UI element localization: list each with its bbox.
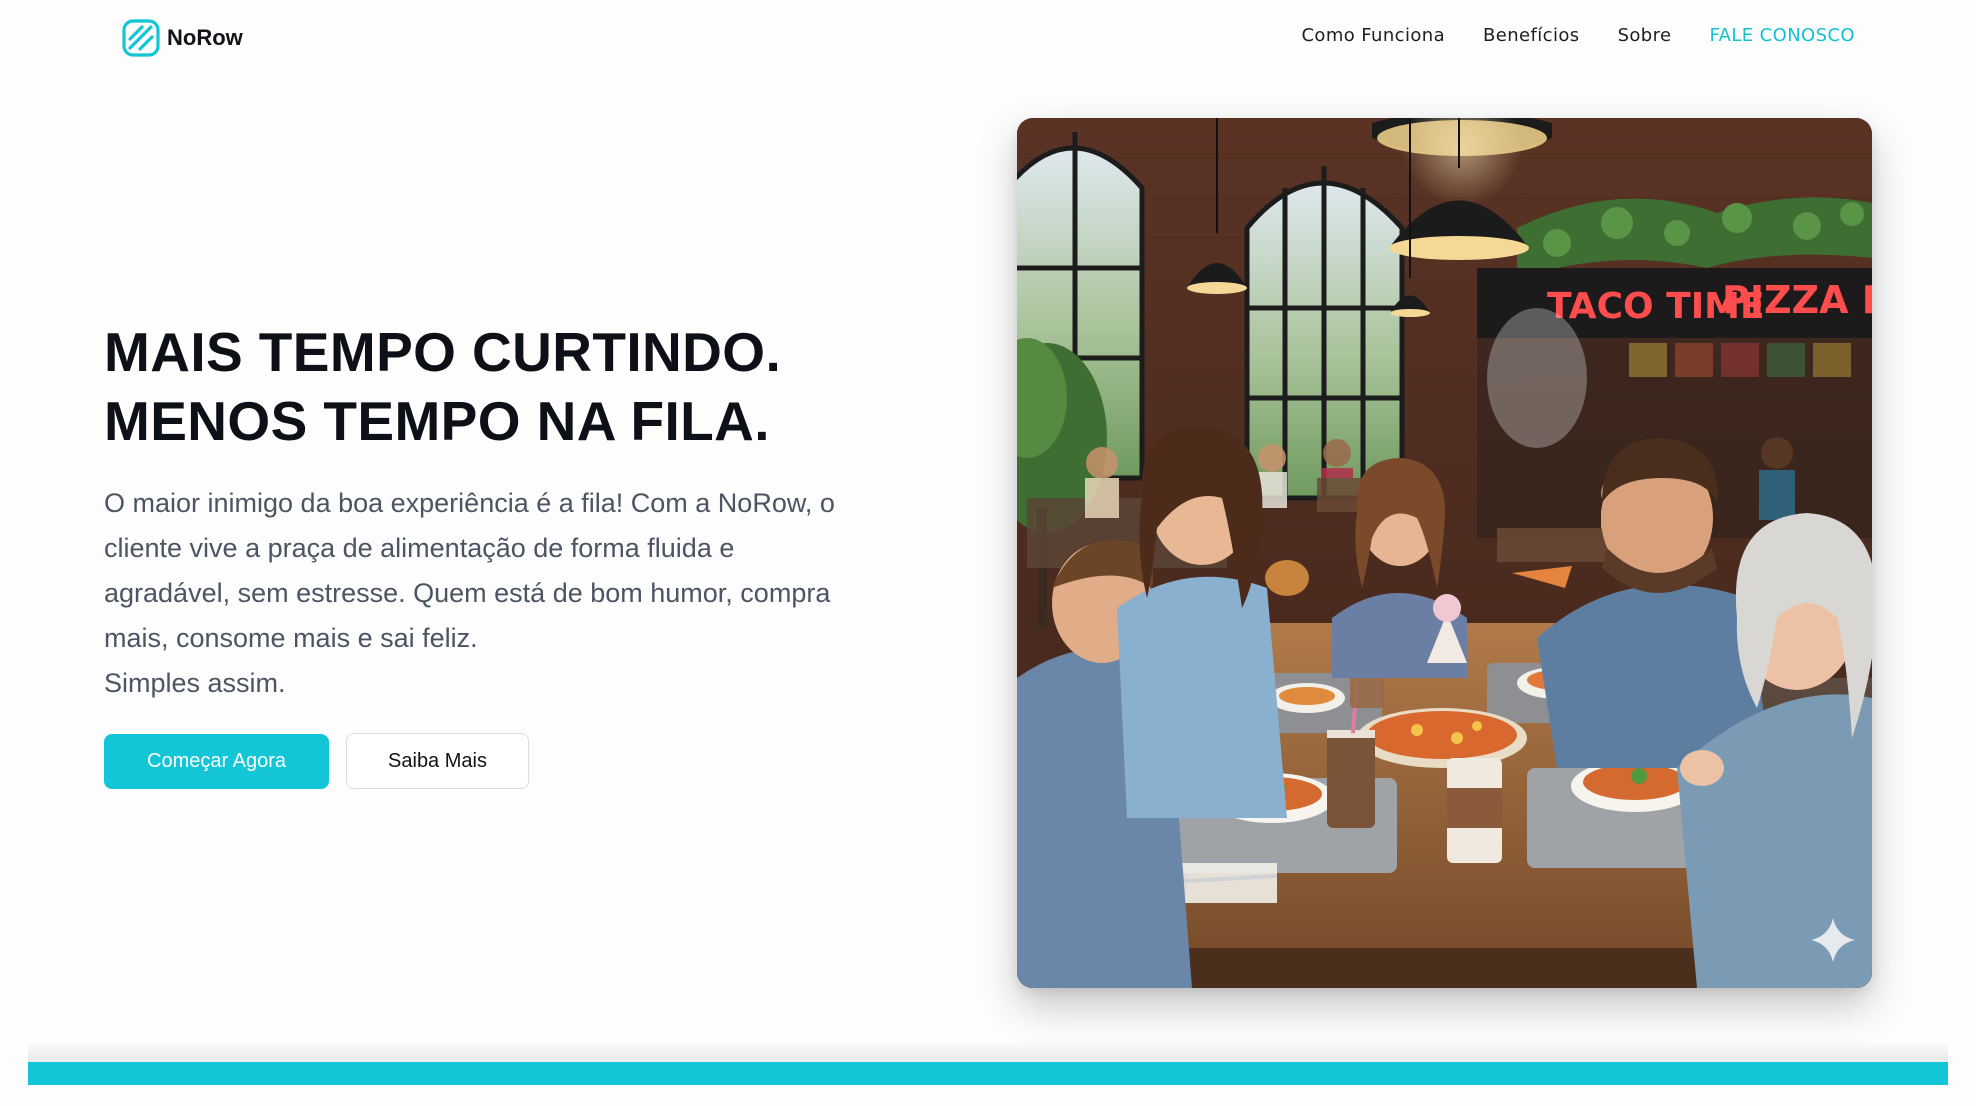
comecar-agora-button[interactable]: Começar Agora: [104, 734, 329, 789]
hero-headline: MAIS TEMPO CURTINDO. MENOS TEMPO NA FILA…: [104, 318, 781, 456]
site-header: NoRow Como Funciona Benefícios Sobre FAL…: [0, 0, 1976, 80]
hero-description: O maior inimigo da boa experiência é a f…: [104, 481, 884, 706]
saiba-mais-button[interactable]: Saiba Mais: [346, 733, 529, 789]
accent-bar: [28, 1062, 1948, 1085]
main-nav: Como Funciona Benefícios Sobre FALE CONO…: [1301, 25, 1855, 46]
section-divider-shadow: [28, 1040, 1948, 1062]
hero-description-line-5: Simples assim.: [104, 668, 286, 698]
logo-link[interactable]: NoRow: [121, 18, 243, 58]
hero-description-line-2: cliente vive a praça de alimentação de f…: [104, 533, 735, 563]
norow-logo-icon: [122, 19, 160, 57]
nav-link-fale-conosco[interactable]: FALE CONOSCO: [1710, 25, 1855, 46]
sign-pizza-pal: PIZZA PAL: [1722, 278, 1872, 322]
food-court-illustration: TACO TIME PIZZA PAL: [1017, 118, 1872, 988]
nav-link-beneficios[interactable]: Benefícios: [1483, 25, 1580, 46]
hero-headline-line-1: MAIS TEMPO CURTINDO.: [104, 321, 782, 383]
brand-name: NoRow: [167, 25, 243, 50]
hero-description-line-3: agradável, sem estresse. Quem está de bo…: [104, 578, 831, 608]
nav-link-como-funciona[interactable]: Como Funciona: [1301, 25, 1445, 46]
hero-headline-line-2: MENOS TEMPO NA FILA.: [104, 390, 770, 452]
landing-page: NoRow Como Funciona Benefícios Sobre FAL…: [0, 0, 1976, 1106]
hero-description-line-4: mais, consome mais e sai feliz.: [104, 623, 478, 653]
nav-link-sobre[interactable]: Sobre: [1618, 25, 1672, 46]
hero-image: TACO TIME PIZZA PAL: [1017, 118, 1872, 988]
hero-description-line-1: O maior inimigo da boa experiência é a f…: [104, 488, 835, 518]
